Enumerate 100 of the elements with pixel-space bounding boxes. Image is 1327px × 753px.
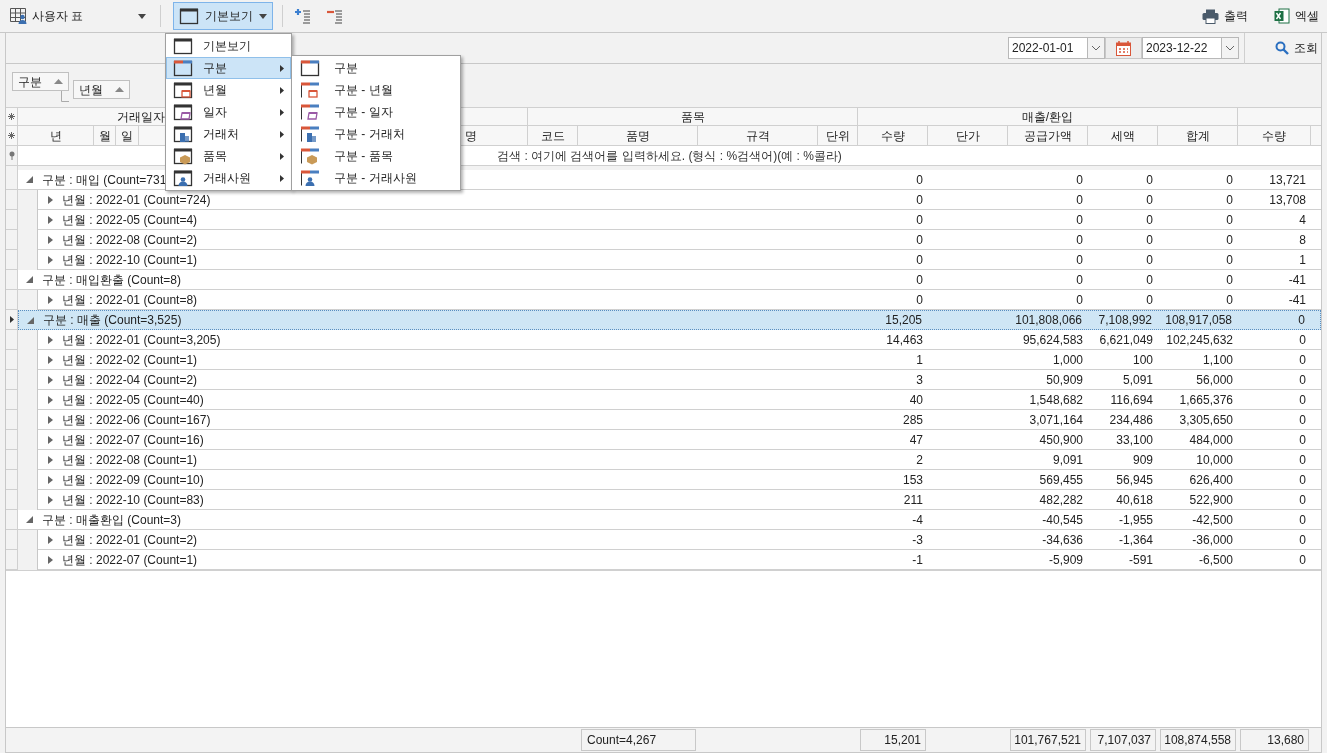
table-row[interactable]: 년월 : 2022-10 (Count=83) 211 482,282 40,618 522,900 0 [38,490,1321,510]
expand-triangle-icon[interactable] [48,235,53,244]
column-header[interactable]: 세액 [1088,126,1158,146]
expand-triangle-icon[interactable] [48,555,53,564]
view-dropdown-button[interactable]: 기본보기 [173,2,273,30]
table-cell-text: 1,000 [1052,351,1083,369]
menu-item[interactable]: 구분 - 거래사원 [292,167,460,189]
expand-triangle-icon[interactable] [48,495,53,504]
column-header[interactable]: 합계 [1158,126,1238,146]
table-cell-text: 0 [1076,251,1083,269]
table-cell-text: 0 [1299,491,1306,509]
column-header[interactable]: 코드 [528,126,578,146]
menu-item[interactable]: 거래사원 [166,167,291,189]
group-label: 년월 : 2022-02 (Count=1) [62,351,198,369]
expand-triangle-icon[interactable] [48,415,53,424]
collapse-triangle-icon[interactable] [27,316,34,324]
collapse-triangle-icon[interactable] [26,276,33,283]
collapse-triangle-icon[interactable] [26,516,33,523]
column-header[interactable]: 단위 [818,126,858,146]
table-cell-text: 522,900 [1189,491,1233,509]
menu-item[interactable]: 구분 - 일자 [292,101,460,123]
group-chip[interactable]: 년월 [73,80,130,99]
print-button[interactable]: 출력 [1198,3,1252,29]
client-view-icon [300,125,320,143]
column-header[interactable]: 수량 [1238,126,1311,146]
menu-item[interactable]: 년월 [166,79,291,101]
table-cell-text: 0 [1076,191,1083,209]
table-selector[interactable]: 사용자 표 [8,3,148,29]
export-button[interactable]: 엑셀 [1270,3,1323,29]
column-header[interactable]: 규격 [698,126,818,146]
expand-triangle-icon[interactable] [48,435,53,444]
submenu-arrow-icon [280,86,284,94]
menu-item[interactable]: 품목 [166,145,291,167]
table-row[interactable]: 년월 : 2022-05 (Count=40) 40 1,548,682 116,694 1,665,376 0 [38,390,1321,410]
table-row[interactable]: 년월 : 2022-05 (Count=4) 0 0 0 0 4 [38,210,1321,230]
table-row[interactable]: 년월 : 2022-10 (Count=1) 0 0 0 0 1 [38,250,1321,270]
window-icon [300,59,320,77]
table-cell-text: 0 [1146,211,1153,229]
search-button[interactable]: 조회 [1275,36,1321,60]
collapse-triangle-icon[interactable] [26,176,33,183]
expand-triangle-icon[interactable] [48,375,53,384]
column-header[interactable]: 품명 [578,126,698,146]
dropdown-button[interactable] [1088,37,1105,59]
menu-item[interactable]: 구분 [292,57,460,79]
group-row[interactable]: 구분 : 매출 (Count=3,525) 15,205 101,808,066 7,108,992 108,917,058 0 [18,310,1321,330]
month-view-icon [300,81,320,99]
spreadsheet-icon [1274,8,1290,24]
column-header[interactable]: 단가 [928,126,1008,146]
expand-triangle-icon[interactable] [48,335,53,344]
expand-triangle-icon[interactable] [48,535,53,544]
end-date-field[interactable]: 2023-12-22 [1142,37,1222,59]
menu-item[interactable]: 구분 - 년월 [292,79,460,101]
table-row[interactable]: 년월 : 2022-08 (Count=2) 0 0 0 0 8 [38,230,1321,250]
table-row[interactable]: 년월 : 2022-02 (Count=1) 1 1,000 100 1,100 0 [38,350,1321,370]
expand-triangle-icon[interactable] [48,475,53,484]
table-row[interactable]: 년월 : 2022-04 (Count=2) 3 50,909 5,091 56,000 0 [38,370,1321,390]
expand-triangle-icon[interactable] [48,395,53,404]
column-header[interactable]: 월 [94,126,116,146]
expand-triangle-icon[interactable] [48,355,53,364]
table-cell-text: -3 [912,531,923,549]
expand-triangle-icon[interactable] [48,195,53,204]
expand-triangle-icon[interactable] [48,215,53,224]
table-row[interactable]: 년월 : 2022-01 (Count=3,205) 14,463 95,624,583 6,621,049 102,245,632 0 [38,330,1321,350]
dropdown-button[interactable] [1222,37,1239,59]
menu-item[interactable]: 거래처 [166,123,291,145]
table-row[interactable]: 년월 : 2022-08 (Count=1) 2 9,091 909 10,000 0 [38,450,1321,470]
menu-item[interactable]: 구분 [166,57,291,79]
table-row[interactable]: 년월 : 2022-01 (Count=2) -3 -34,636 -1,364 -36,000 0 [38,530,1321,550]
column-header[interactable]: 일 [116,126,139,146]
table-row[interactable]: 년월 : 2022-07 (Count=1) -1 -5,909 -591 -6,500 0 [38,550,1321,570]
table-row[interactable]: 년월 : 2022-01 (Count=724) 0 0 0 0 13,708 [38,190,1321,210]
table-cell-text: -5,909 [1048,551,1083,569]
column-header[interactable]: 수량 [858,126,928,146]
table-row[interactable]: 년월 : 2022-09 (Count=10) 153 569,455 56,945 626,400 0 [38,470,1321,490]
group-chip[interactable]: 구분 [12,72,69,91]
group-label: 년월 : 2022-01 (Count=8) [62,291,198,309]
group-label: 구분 : 매입 (Count=731 [42,171,167,189]
column-header[interactable]: 년 [18,126,94,146]
menu-item[interactable]: 구분 - 거래처 [292,123,460,145]
table-cell-text: 2 [916,451,923,469]
start-date-field[interactable]: 2022-01-01 [1008,37,1088,59]
group-row[interactable]: 구분 : 매입환출 (Count=8) 0 0 0 0 -41 [18,270,1321,290]
group-row[interactable]: 구분 : 매출환입 (Count=3) -4 -40,545 -1,955 -42,500 0 [18,510,1321,530]
column-header[interactable]: 공급가액 [1008,126,1088,146]
group-connector [61,91,69,103]
table-cell-text: -591 [1128,551,1153,569]
table-row[interactable]: 년월 : 2022-06 (Count=167) 285 3,071,164 234,486 3,305,650 0 [38,410,1321,430]
menu-item[interactable]: 구분 - 품목 [292,145,460,167]
expand-triangle-icon[interactable] [48,295,53,304]
month-view-icon [173,81,193,99]
calendar-button[interactable] [1105,37,1142,59]
expand-triangle-icon[interactable] [48,455,53,464]
expand-triangle-icon[interactable] [48,255,53,264]
table-cell-text: 0 [1146,171,1153,189]
table-row[interactable]: 년월 : 2022-01 (Count=8) 0 0 0 0 -41 [38,290,1321,310]
calendar-icon [1116,40,1131,56]
menu-item[interactable]: 기본보기 [166,35,291,57]
table-cell-text: 0 [1146,291,1153,309]
table-cell-text: -1,955 [1118,511,1153,529]
table-row[interactable]: 년월 : 2022-07 (Count=16) 47 450,900 33,100 484,000 0 [38,430,1321,450]
